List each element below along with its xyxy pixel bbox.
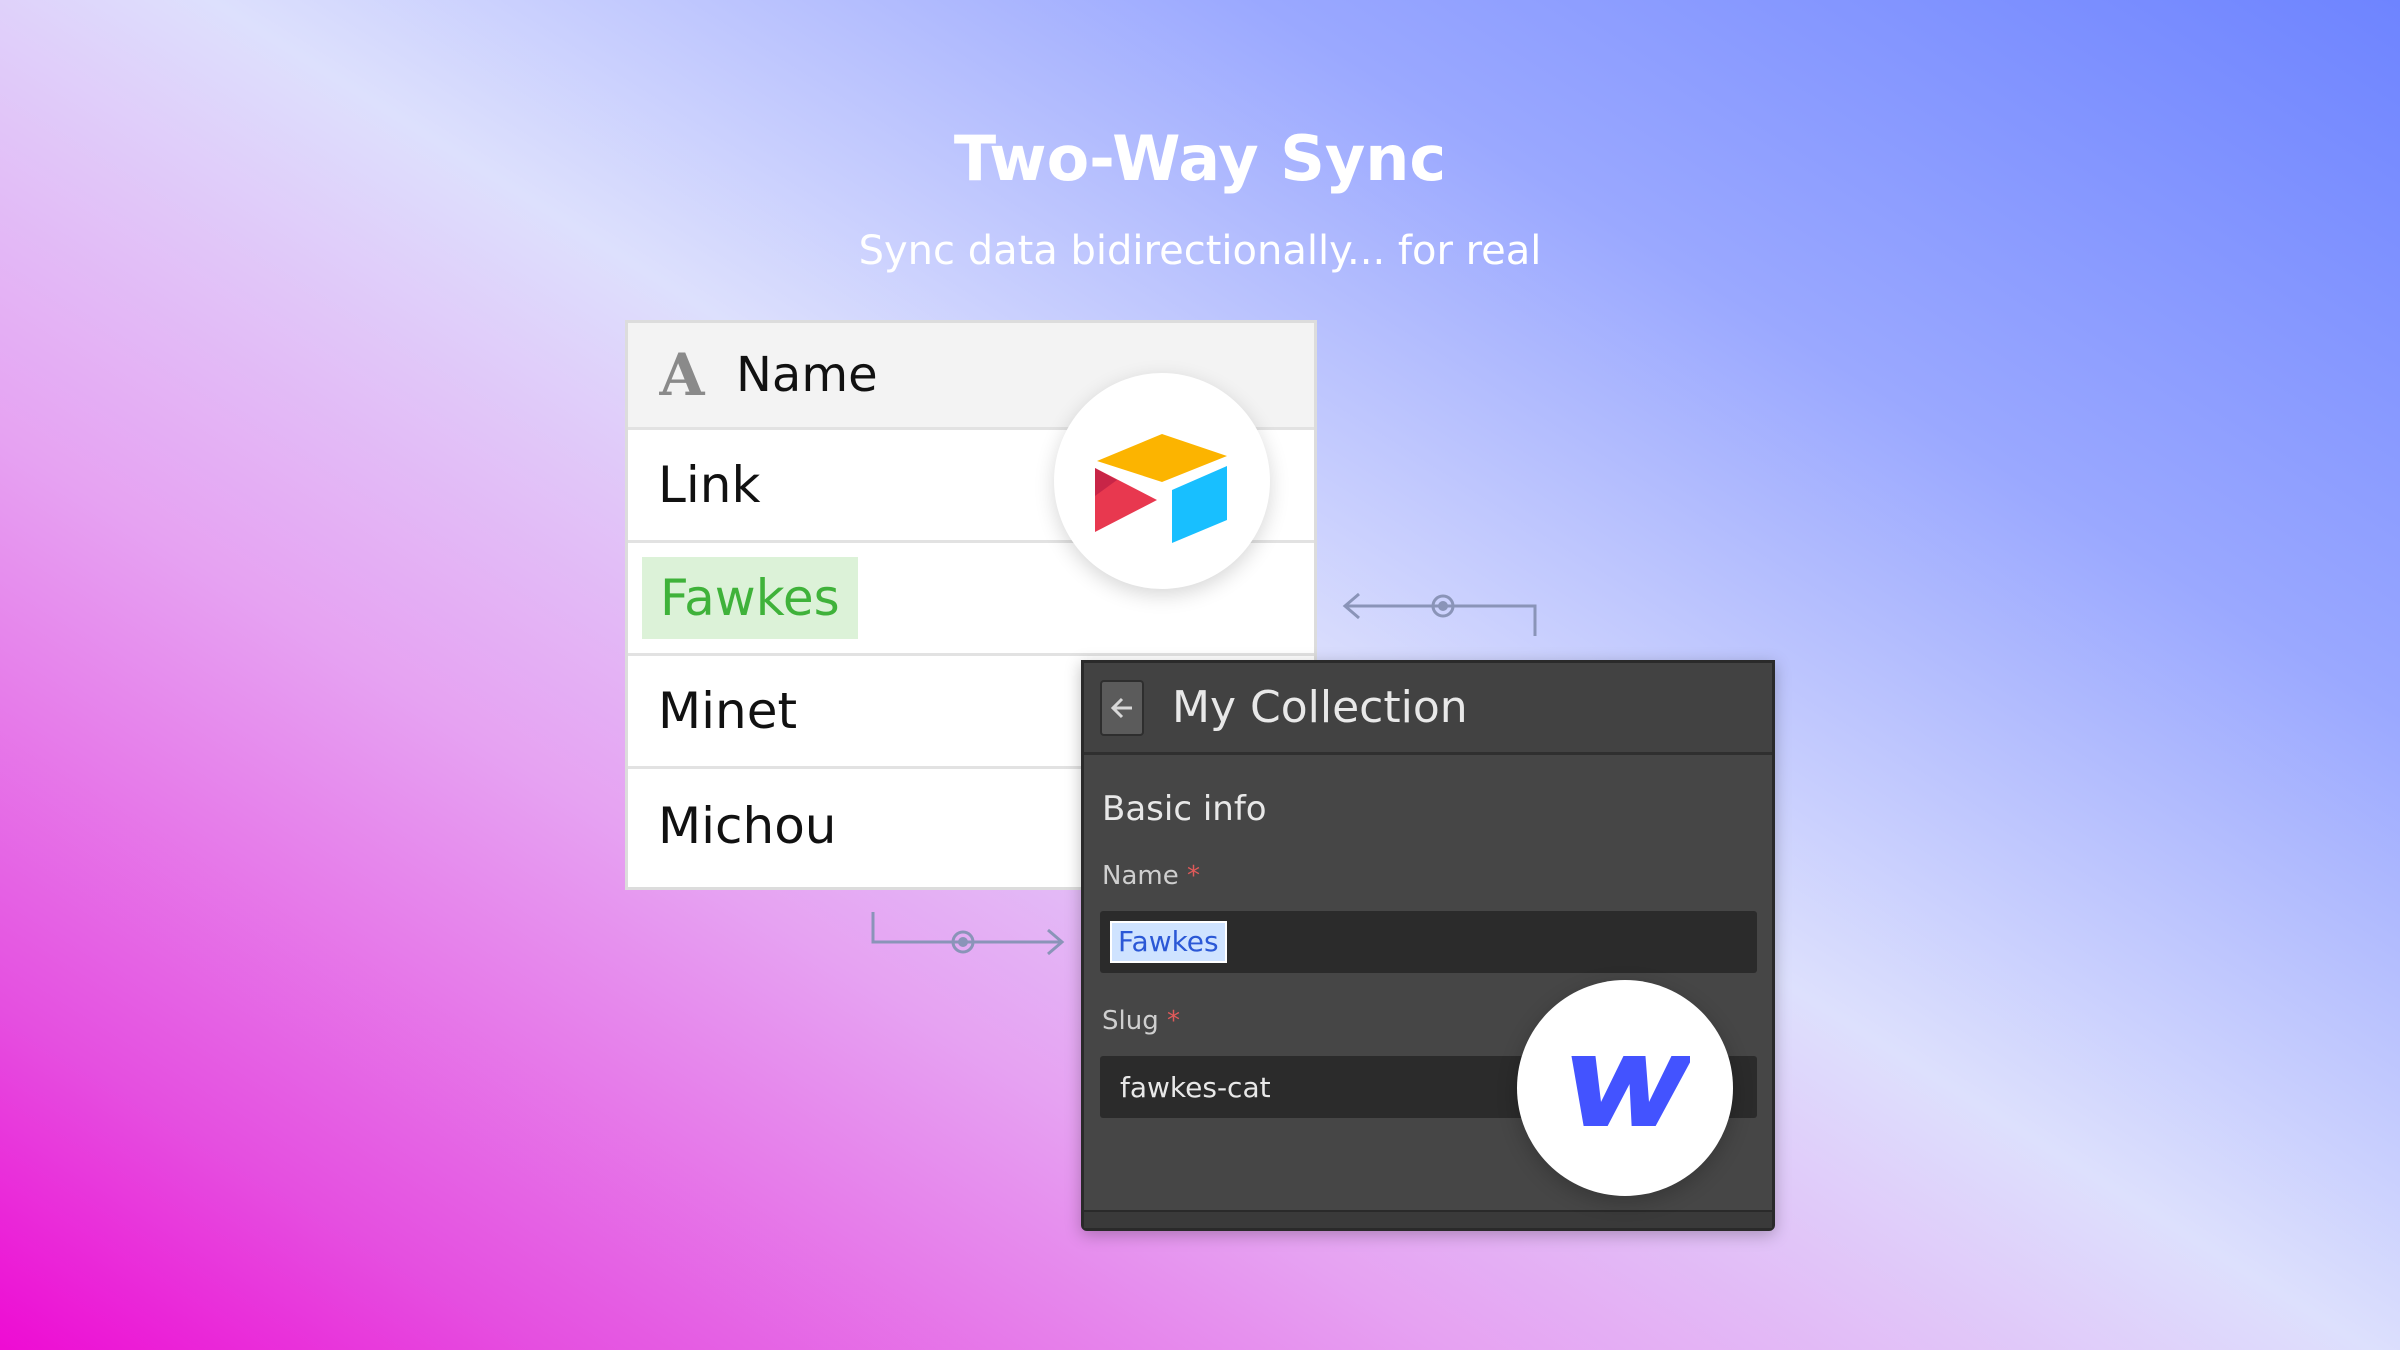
panel-title: My Collection [1172,682,1468,733]
airtable-logo-icon [1095,434,1227,543]
webflow-logo-icon [1571,1056,1690,1126]
airtable-logo-badge [1054,373,1270,589]
hero-subtitle: Sync data bidirectionally... for real [858,228,1542,274]
slug-field-value: fawkes-cat [1120,1070,1271,1104]
name-label-text: Name [1102,861,1179,891]
cell-name: Link [658,456,761,514]
required-marker: * [1186,861,1200,891]
sync-arrow-to-airtable [1342,592,1537,636]
name-field-label: Name * [1102,861,1200,891]
name-field[interactable]: Fawkes [1100,911,1757,973]
section-label: Basic info [1102,789,1267,829]
cell-name: Minet [658,682,798,740]
cell-name-highlighted: Fawkes [642,557,858,639]
column-header-name: Name [736,347,878,403]
required-marker: * [1166,1006,1180,1036]
hero-title: Two-Way Sync [953,122,1447,195]
text-field-icon: A [659,341,705,409]
slug-label-text: Slug [1102,1006,1159,1036]
name-field-value: Fawkes [1110,920,1227,964]
cell-name: Michou [658,796,837,855]
arrow-left-icon [1110,697,1132,718]
webflow-logo-badge [1517,980,1733,1196]
panel-header: My Collection [1084,663,1772,755]
sync-arrow-to-webflow [871,912,1065,956]
back-button[interactable] [1100,679,1144,736]
panel-footer [1084,1210,1772,1228]
slug-field-label: Slug * [1102,1006,1180,1036]
